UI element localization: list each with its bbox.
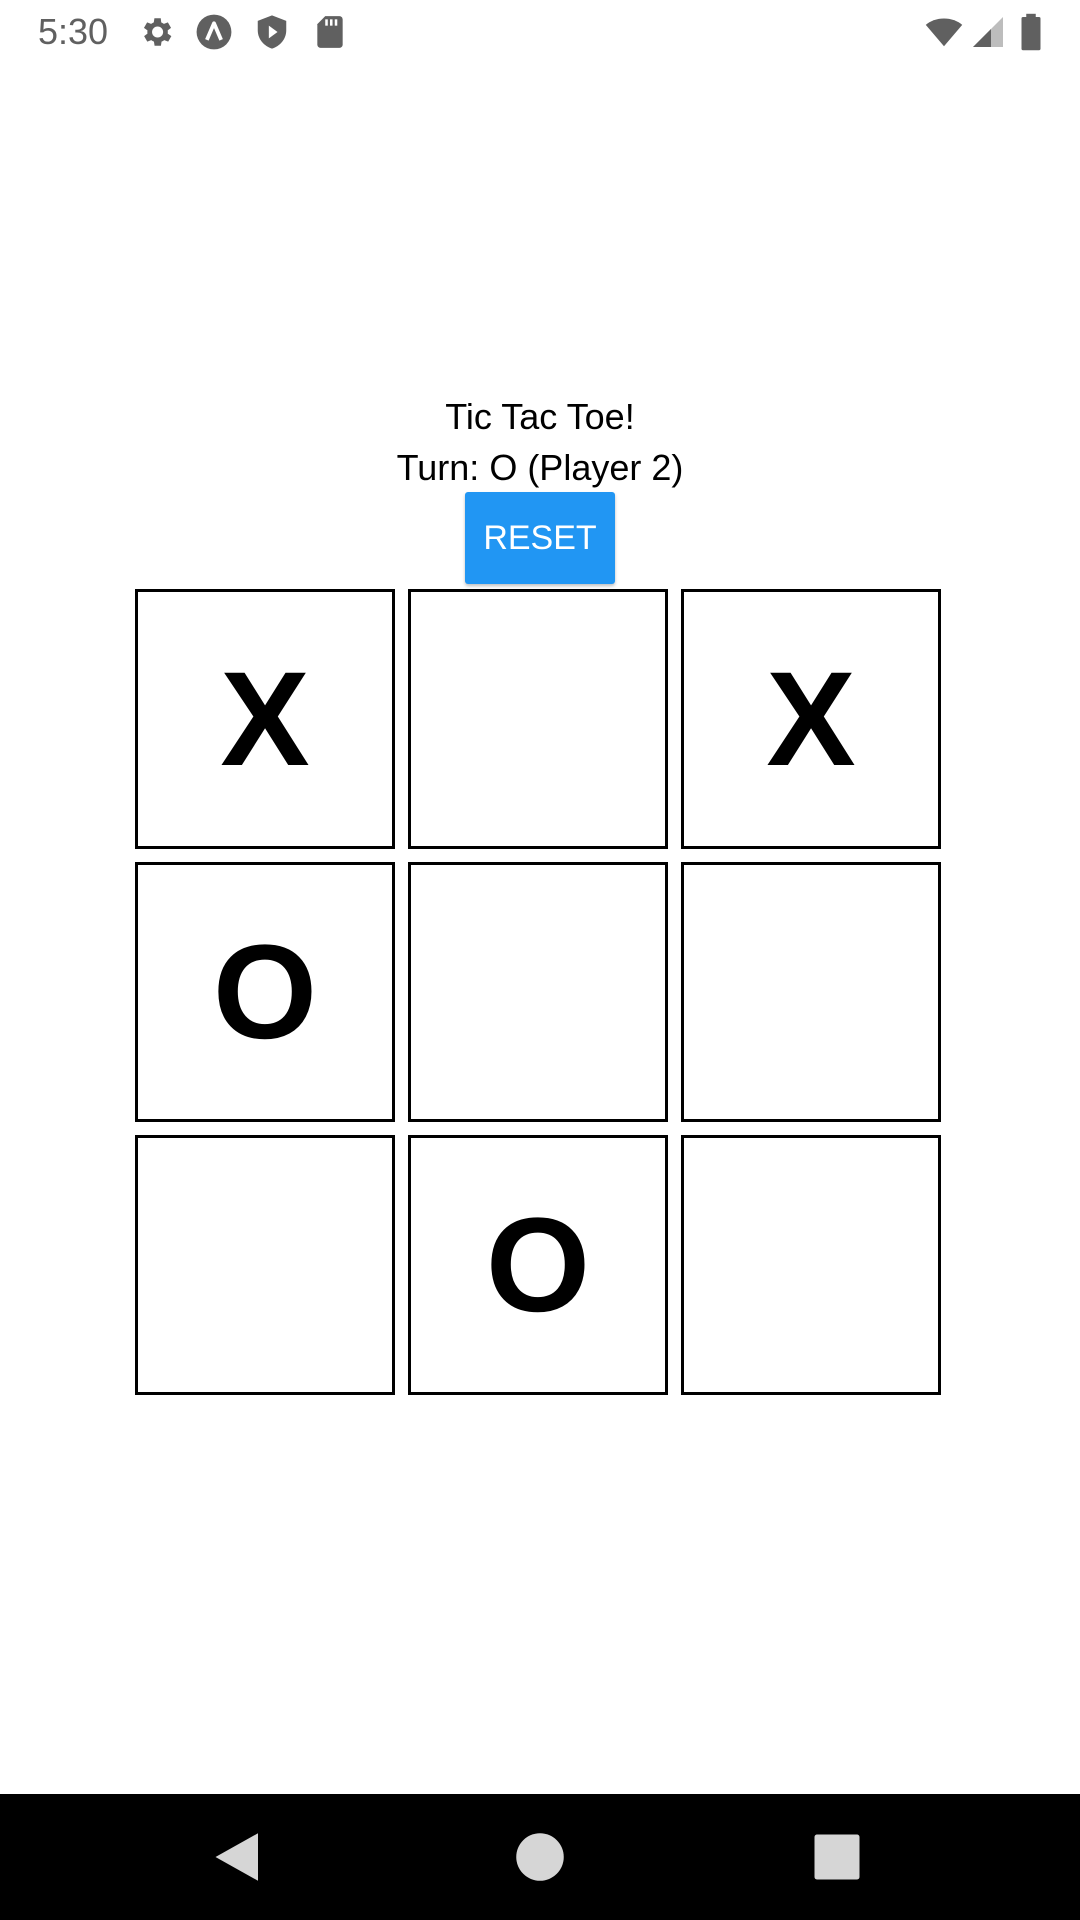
reset-button[interactable]: RESET: [465, 492, 615, 584]
game-title: Tic Tac Toe!: [445, 396, 635, 437]
settings-icon: [137, 13, 175, 51]
board-cell-1-2[interactable]: [408, 589, 668, 849]
board-cell-2-3[interactable]: [681, 862, 941, 1122]
status-time: 5:30: [38, 11, 109, 52]
navigation-bar: [0, 1794, 1080, 1920]
recents-icon[interactable]: [807, 1827, 867, 1887]
battery-icon: [1016, 13, 1046, 51]
app-a-icon: [195, 13, 233, 51]
play-protect-icon: [253, 13, 291, 51]
cell-signal-icon: [970, 13, 1006, 51]
board-cell-2-1[interactable]: O: [135, 862, 395, 1122]
back-icon[interactable]: [208, 1827, 268, 1887]
turn-indicator: Turn: O (Player 2): [396, 447, 684, 488]
board-cell-1-3[interactable]: X: [681, 589, 941, 849]
board-cell-1-1[interactable]: X: [135, 589, 395, 849]
wifi-icon: [922, 13, 966, 51]
board-cell-3-1[interactable]: [135, 1135, 395, 1395]
game-board: X X O O: [135, 589, 945, 1399]
app-screen: 5:30 Tic Tac Toe! Turn: O (Player 2) RES…: [0, 0, 1080, 1920]
home-icon[interactable]: [510, 1827, 570, 1887]
board-cell-3-2[interactable]: O: [408, 1135, 668, 1395]
sd-card-icon: [311, 13, 349, 51]
board-cell-3-3[interactable]: [681, 1135, 941, 1395]
status-bar: 5:30: [0, 0, 1080, 63]
board-cell-2-2[interactable]: [408, 862, 668, 1122]
